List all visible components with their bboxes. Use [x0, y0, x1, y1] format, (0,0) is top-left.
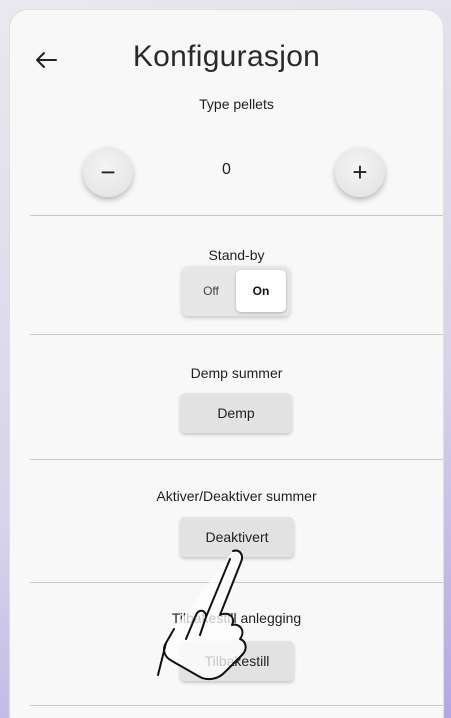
back-arrow-icon[interactable]	[32, 46, 60, 74]
standby-on-option[interactable]: On	[236, 270, 286, 312]
demp-summer-label: Demp summer	[190, 365, 283, 381]
tilbakestill-label: Tilbakestill anlegging	[171, 610, 302, 626]
app-header: Konfigurasjon	[10, 40, 443, 90]
device-frame: Konfigurasjon Type pellets − 0 + Stand-b…	[0, 0, 451, 718]
demp-button[interactable]: Demp	[180, 393, 292, 433]
type-pellets-section: Type pellets	[30, 96, 443, 112]
demp-summer-section: Demp summer	[30, 365, 443, 381]
standby-label: Stand-by	[208, 247, 265, 263]
standby-section: Stand-by	[30, 247, 443, 263]
standby-off-option[interactable]: Off	[186, 270, 236, 312]
standby-toggle[interactable]: Off On	[182, 266, 290, 316]
aktiver-summer-label: Aktiver/Deaktiver summer	[156, 488, 317, 504]
increment-button[interactable]: +	[335, 147, 385, 197]
tilbakestill-section: Tilbakestill anlegging	[30, 610, 443, 626]
deaktivert-button[interactable]: Deaktivert	[180, 517, 294, 557]
aktiver-summer-section: Aktiver/Deaktiver summer	[30, 488, 443, 504]
divider	[30, 705, 443, 706]
type-pellets-label: Type pellets	[199, 96, 274, 112]
page-title: Konfigurasjon	[132, 40, 321, 73]
app-screen: Konfigurasjon Type pellets − 0 + Stand-b…	[10, 10, 443, 718]
divider	[30, 215, 443, 216]
tilbakestill-button[interactable]: Tilbakestill	[180, 641, 294, 681]
divider	[30, 459, 443, 460]
type-pellets-stepper: − 0 +	[10, 147, 443, 197]
divider	[30, 334, 443, 335]
divider	[30, 582, 443, 583]
